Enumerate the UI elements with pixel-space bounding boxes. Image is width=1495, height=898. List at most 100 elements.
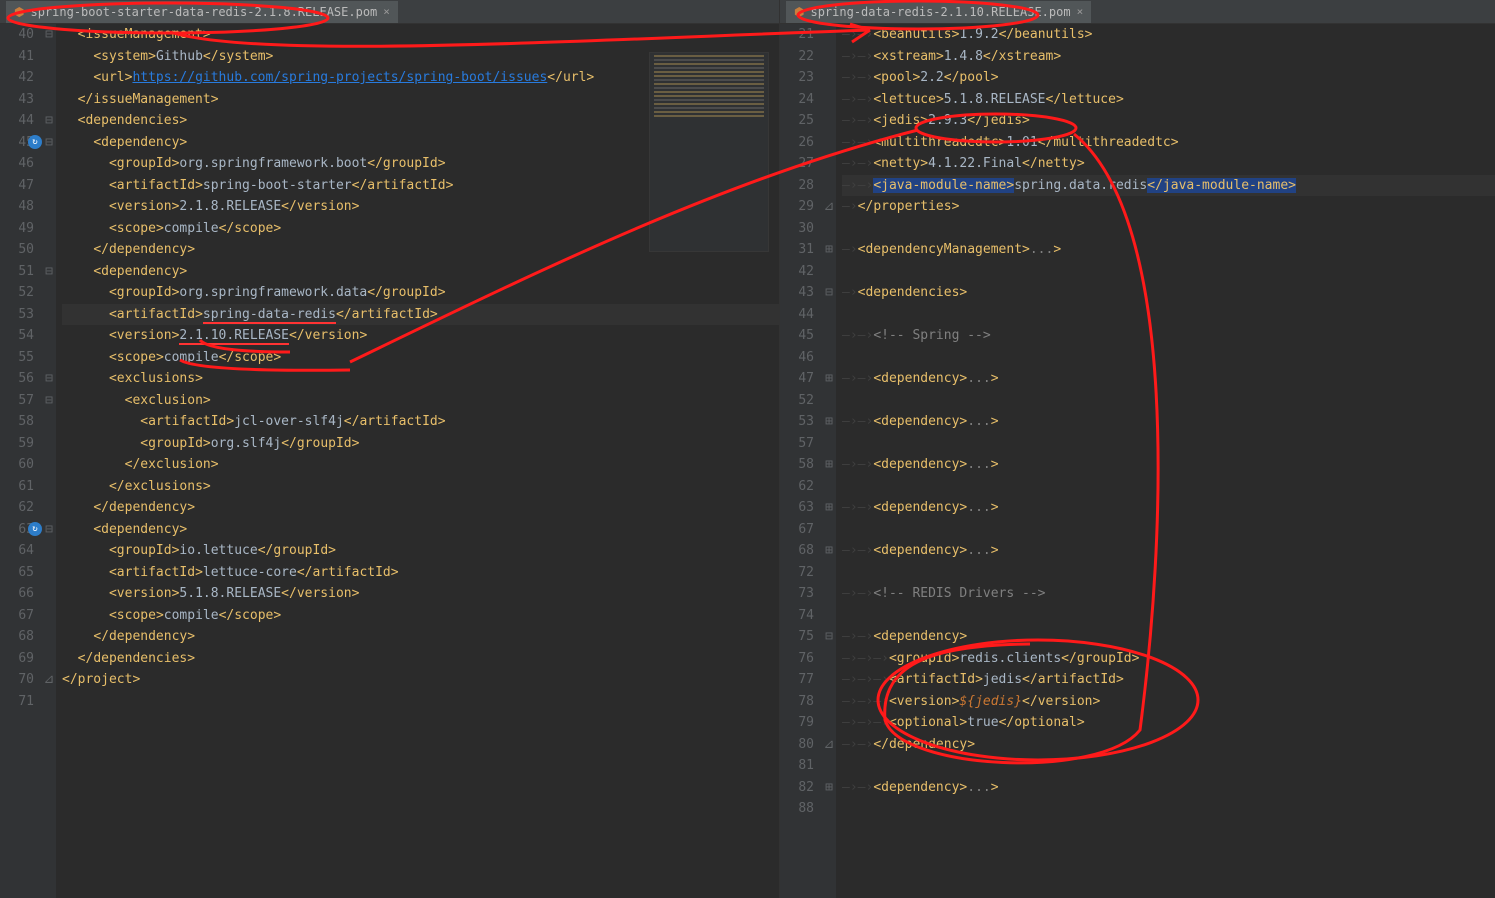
code-line[interactable]: —›<dependencies> xyxy=(842,282,1495,304)
fold-toggle[interactable]: ⊟ xyxy=(822,626,836,648)
code-line[interactable]: <scope>compile</scope> xyxy=(62,605,779,627)
code-line[interactable]: <artifactId>jcl-over-slf4j</artifactId> xyxy=(62,411,779,433)
fold-toggle[interactable] xyxy=(822,433,836,455)
code-line[interactable]: —›</properties> xyxy=(842,196,1495,218)
left-editor[interactable]: 4041424344454647484950515253545556575859… xyxy=(0,24,779,898)
code-line[interactable]: <scope>compile</scope> xyxy=(62,347,779,369)
fold-toggle[interactable]: ⊞ xyxy=(822,497,836,519)
fold-toggle[interactable] xyxy=(822,798,836,820)
code-line[interactable]: —›<dependencyManagement>...> xyxy=(842,239,1495,261)
code-line[interactable] xyxy=(842,347,1495,369)
code-line[interactable]: —›—›</dependency> xyxy=(842,734,1495,756)
close-icon[interactable]: × xyxy=(383,5,390,18)
code-line[interactable] xyxy=(842,304,1495,326)
code-line[interactable]: —›—›—›<groupId>redis.clients</groupId> xyxy=(842,648,1495,670)
fold-toggle[interactable]: ⊟ xyxy=(822,282,836,304)
fold-toggle[interactable] xyxy=(822,669,836,691)
fold-toggle[interactable] xyxy=(822,562,836,584)
code-line[interactable]: —›—›<!-- REDIS Drivers --> xyxy=(842,583,1495,605)
code-line[interactable]: —›—›—›<version>${jedis}</version> xyxy=(842,691,1495,713)
fold-toggle[interactable] xyxy=(42,648,56,670)
fold-toggle[interactable]: ⊟ xyxy=(42,519,56,541)
fold-toggle[interactable] xyxy=(42,562,56,584)
code-line[interactable]: —›—›<!-- Spring --> xyxy=(842,325,1495,347)
code-line[interactable]: —›—›<pool>2.2</pool> xyxy=(842,67,1495,89)
fold-toggle[interactable]: ⊟ xyxy=(42,390,56,412)
fold-toggle[interactable]: ⊞ xyxy=(822,540,836,562)
code-line[interactable]: </dependency> xyxy=(62,626,779,648)
code-line[interactable] xyxy=(842,562,1495,584)
fold-toggle[interactable]: ⊟ xyxy=(42,132,56,154)
fold-toggle[interactable] xyxy=(42,196,56,218)
code-line[interactable] xyxy=(842,476,1495,498)
fold-toggle[interactable] xyxy=(822,347,836,369)
fold-toggle[interactable] xyxy=(822,24,836,46)
code-line[interactable]: —›—›<jedis>2.9.3</jedis> xyxy=(842,110,1495,132)
gutter-run-icon[interactable]: ↻ xyxy=(28,135,42,149)
code-line[interactable]: <version>2.1.10.RELEASE</version> xyxy=(62,325,779,347)
code-line[interactable]: —›—›<java-module-name>spring.data.redis<… xyxy=(842,175,1495,197)
fold-toggle[interactable]: ⊟ xyxy=(42,368,56,390)
fold-toggle[interactable] xyxy=(42,454,56,476)
fold-toggle[interactable]: ⊞ xyxy=(822,411,836,433)
code-line[interactable]: —›—›<dependency>...> xyxy=(842,454,1495,476)
fold-toggle[interactable] xyxy=(42,347,56,369)
code-line[interactable] xyxy=(842,798,1495,820)
fold-toggle[interactable] xyxy=(822,89,836,111)
fold-toggle[interactable] xyxy=(822,691,836,713)
fold-toggle[interactable] xyxy=(42,433,56,455)
fold-toggle[interactable] xyxy=(822,755,836,777)
code-line[interactable]: —›—›<multithreadedtc>1.01</multithreaded… xyxy=(842,132,1495,154)
code-line[interactable]: <dependency> xyxy=(62,519,779,541)
fold-toggle[interactable] xyxy=(822,46,836,68)
fold-toggle[interactable]: ⊞ xyxy=(822,777,836,799)
fold-toggle[interactable] xyxy=(42,583,56,605)
fold-toggle[interactable] xyxy=(822,325,836,347)
code-line[interactable]: <artifactId>lettuce-core</artifactId> xyxy=(62,562,779,584)
fold-toggle[interactable] xyxy=(822,583,836,605)
right-fold-column[interactable]: ⊿⊞⊟⊞⊞⊞⊞⊞⊟⊿⊞ xyxy=(822,24,836,898)
fold-toggle[interactable]: ⊿ xyxy=(822,196,836,218)
fold-toggle[interactable]: ⊟ xyxy=(42,261,56,283)
left-fold-column[interactable]: ⊟⊟⊟⊟⊟⊟⊟⊿ xyxy=(42,24,56,898)
fold-toggle[interactable] xyxy=(822,712,836,734)
code-line[interactable]: </dependencies> xyxy=(62,648,779,670)
fold-toggle[interactable] xyxy=(42,67,56,89)
code-line[interactable]: </exclusions> xyxy=(62,476,779,498)
code-line[interactable] xyxy=(62,691,779,713)
gutter-run-icon[interactable]: ↻ xyxy=(28,522,42,536)
code-line[interactable]: —›—›<netty>4.1.22.Final</netty> xyxy=(842,153,1495,175)
code-line[interactable]: —›—›—›<artifactId>jedis</artifactId> xyxy=(842,669,1495,691)
fold-toggle[interactable] xyxy=(822,67,836,89)
fold-toggle[interactable]: ⊟ xyxy=(42,24,56,46)
fold-toggle[interactable] xyxy=(822,648,836,670)
code-line[interactable]: </exclusion> xyxy=(62,454,779,476)
fold-toggle[interactable] xyxy=(42,497,56,519)
code-line[interactable]: <dependency> xyxy=(62,261,779,283)
code-line[interactable]: <issueManagement> xyxy=(62,24,779,46)
code-line[interactable]: —›—›—›<optional>true</optional> xyxy=(842,712,1495,734)
code-line[interactable]: <exclusion> xyxy=(62,390,779,412)
fold-toggle[interactable] xyxy=(42,89,56,111)
fold-toggle[interactable]: ⊿ xyxy=(822,734,836,756)
fold-toggle[interactable] xyxy=(42,218,56,240)
minimap[interactable] xyxy=(649,52,769,252)
fold-toggle[interactable]: ⊟ xyxy=(42,110,56,132)
code-line[interactable]: </dependency> xyxy=(62,497,779,519)
code-line[interactable]: —›—›<dependency>...> xyxy=(842,540,1495,562)
code-line[interactable] xyxy=(842,261,1495,283)
fold-toggle[interactable]: ⊿ xyxy=(42,669,56,691)
code-line[interactable]: —›—›<dependency>...> xyxy=(842,777,1495,799)
fold-toggle[interactable] xyxy=(822,605,836,627)
code-line[interactable]: —›—›<dependency>...> xyxy=(842,497,1495,519)
fold-toggle[interactable] xyxy=(42,153,56,175)
code-line[interactable]: —›—›<dependency>...> xyxy=(842,368,1495,390)
code-line[interactable] xyxy=(842,755,1495,777)
fold-toggle[interactable] xyxy=(822,132,836,154)
fold-toggle[interactable] xyxy=(42,325,56,347)
fold-toggle[interactable] xyxy=(822,519,836,541)
fold-toggle[interactable] xyxy=(42,540,56,562)
code-line[interactable] xyxy=(842,519,1495,541)
code-line[interactable]: —›—›<xstream>1.4.8</xstream> xyxy=(842,46,1495,68)
code-line[interactable] xyxy=(842,605,1495,627)
